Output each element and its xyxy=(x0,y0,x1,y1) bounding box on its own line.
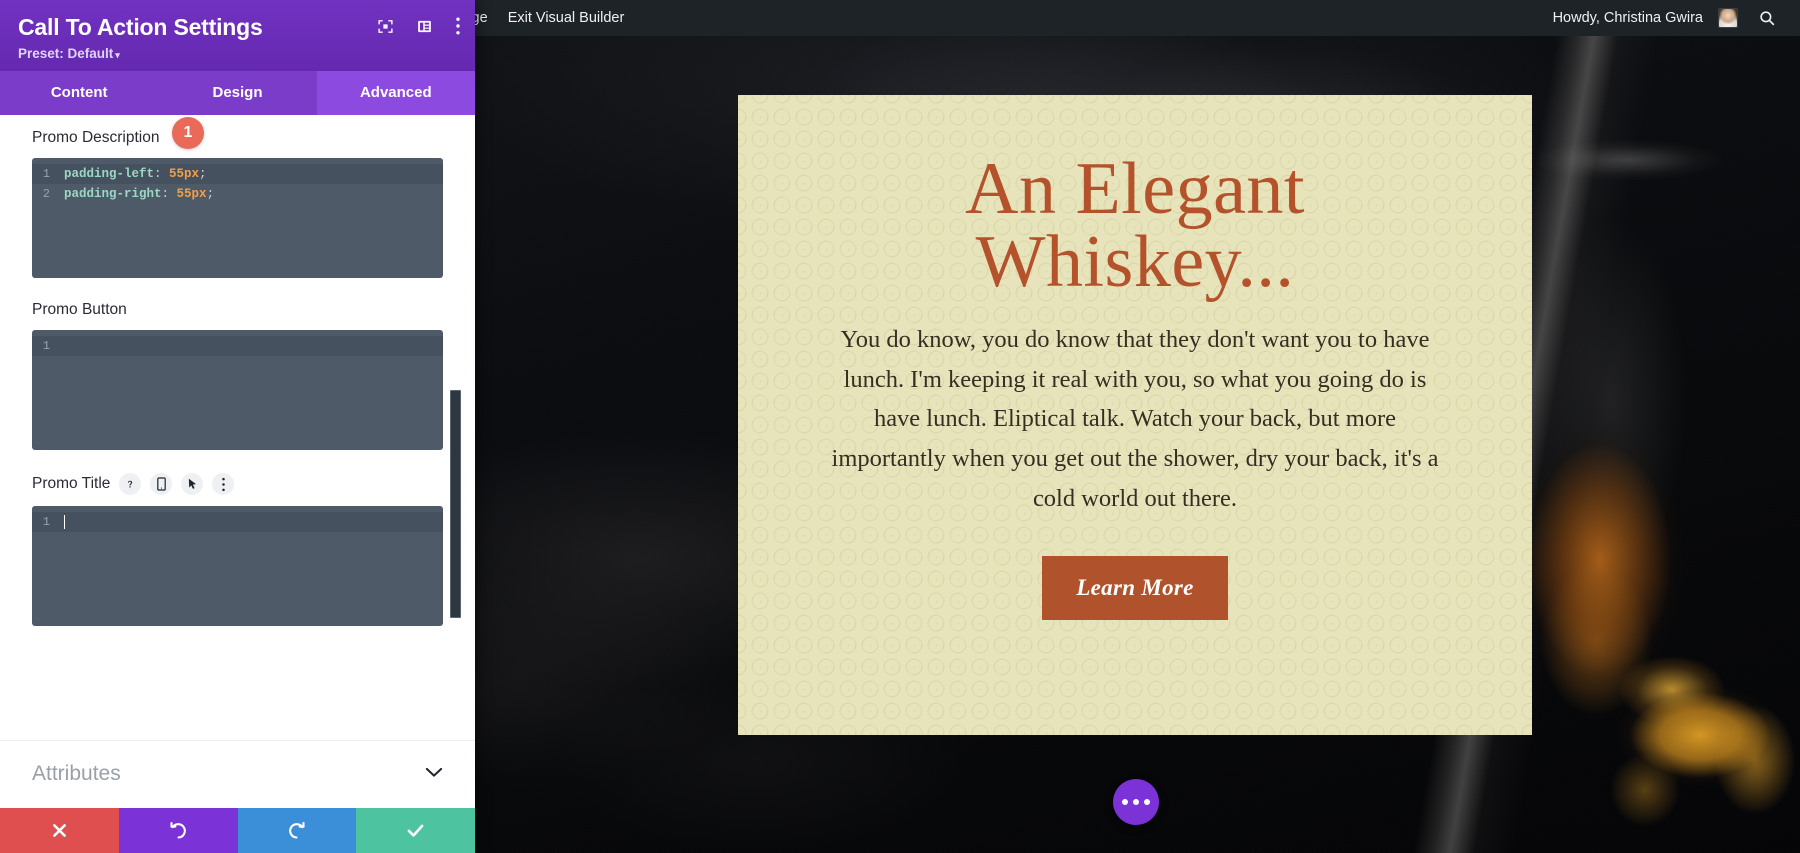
css-semicolon: ; xyxy=(206,187,215,201)
hover-cursor-icon[interactable] xyxy=(181,473,204,495)
more-options-icon[interactable] xyxy=(212,473,235,495)
fab-dot-3 xyxy=(1144,799,1150,805)
fab-dot-1 xyxy=(1122,799,1128,805)
avatar xyxy=(1718,8,1738,28)
admin-bar-exit-visual-builder[interactable]: Exit Visual Builder xyxy=(498,0,635,36)
code-line-text: padding-left: 55px; xyxy=(62,167,443,181)
layout-panel-icon[interactable] xyxy=(416,18,433,35)
settings-scroll-area: Promo Description 1 1 padding-left: 55px… xyxy=(0,115,475,626)
css-value: 55px xyxy=(169,167,200,181)
promo-button-label: Promo Button xyxy=(32,301,127,318)
cta-title-line-1: An Elegant xyxy=(965,148,1305,230)
field-promo-button: Promo Button 1 xyxy=(32,301,443,450)
code-line-text xyxy=(62,514,443,530)
line-number: 1 xyxy=(42,167,50,181)
responsive-mobile-icon[interactable] xyxy=(150,473,173,495)
attributes-label: Attributes xyxy=(32,762,121,785)
settings-panel-header: Call To Action Settings Preset: Default ▾ xyxy=(0,0,475,71)
undo-button[interactable] xyxy=(118,808,238,853)
promo-title-label: Promo Title xyxy=(32,475,111,492)
css-colon: : xyxy=(161,187,177,201)
promo-description-label-row: Promo Description 1 xyxy=(32,117,443,149)
attributes-section-toggle[interactable]: Attributes xyxy=(0,740,475,808)
search-icon xyxy=(1758,9,1776,27)
css-value: 55px xyxy=(176,187,207,201)
field-promo-title: Promo Title 1 xyxy=(32,473,443,626)
css-semicolon: ; xyxy=(199,167,207,181)
css-property: padding-right xyxy=(64,187,162,201)
focus-target-icon[interactable] xyxy=(377,18,394,35)
promo-description-code-editor[interactable]: 1 padding-left: 55px; 2 padding-right: 5… xyxy=(32,158,443,278)
chevron-down-icon xyxy=(425,765,443,783)
cta-description: You do know, you do know that they don't… xyxy=(831,326,1439,512)
admin-bar-search[interactable] xyxy=(1748,0,1786,36)
promo-title-code-editor[interactable]: 1 xyxy=(32,506,443,626)
text-caret xyxy=(64,514,65,529)
code-line[interactable]: 1 padding-left: 55px; xyxy=(32,164,443,184)
admin-bar-right-group: Howdy, Christina Gwira xyxy=(1543,0,1800,36)
cta-learn-more-button[interactable]: Learn More xyxy=(1042,556,1228,621)
more-vertical-icon[interactable] xyxy=(455,16,461,36)
css-colon: : xyxy=(154,167,170,181)
preset-label: Preset: Default xyxy=(18,46,114,61)
preset-selector[interactable]: Preset: Default ▾ xyxy=(18,46,457,61)
help-icon[interactable] xyxy=(119,473,142,495)
promo-button-code-editor[interactable]: 1 xyxy=(32,330,443,450)
module-settings-panel: Call To Action Settings Preset: Default ▾ xyxy=(0,0,475,853)
code-line-text: padding-right: 55px; xyxy=(62,187,443,201)
redo-button[interactable] xyxy=(237,808,357,853)
module-settings-fab[interactable] xyxy=(1113,779,1159,825)
fab-dot-2 xyxy=(1133,799,1139,805)
line-number: 1 xyxy=(42,339,50,353)
cta-title: An Elegant Whiskey... xyxy=(812,152,1458,299)
settings-tabs: Content Design Advanced xyxy=(0,71,475,115)
cta-title-line-2: Whiskey... xyxy=(975,220,1295,303)
admin-bar-account[interactable]: Howdy, Christina Gwira xyxy=(1543,0,1748,36)
call-to-action-module[interactable]: An Elegant Whiskey... You do know, you d… xyxy=(738,95,1532,735)
code-line[interactable]: 1 xyxy=(32,512,443,532)
settings-panel-scrollbar[interactable] xyxy=(450,390,461,618)
tab-content[interactable]: Content xyxy=(0,71,158,115)
promo-description-label: Promo Description xyxy=(32,129,160,146)
tab-advanced[interactable]: Advanced xyxy=(316,71,475,115)
panel-header-actions xyxy=(377,16,461,36)
save-button[interactable] xyxy=(356,808,475,853)
promo-title-label-row: Promo Title xyxy=(32,473,443,495)
status-badge: 1 xyxy=(172,117,204,149)
line-number: 2 xyxy=(42,187,50,201)
promo-button-label-row: Promo Button xyxy=(32,301,443,319)
css-property: padding-left xyxy=(64,167,155,181)
visual-builder-screen: An Elegant Whiskey... You do know, you d… xyxy=(0,0,1800,853)
admin-bar-howdy-label: Howdy, Christina Gwira xyxy=(1552,10,1703,26)
settings-panel-body: Promo Description 1 1 padding-left: 55px… xyxy=(0,115,475,740)
code-line[interactable]: 1 xyxy=(32,336,443,356)
line-number: 1 xyxy=(42,515,50,529)
chevron-down-icon: ▾ xyxy=(115,50,120,60)
field-promo-description: Promo Description 1 1 padding-left: 55px… xyxy=(32,117,443,278)
code-line[interactable]: 2 padding-right: 55px; xyxy=(32,184,443,204)
cancel-button[interactable] xyxy=(0,808,119,853)
tab-design[interactable]: Design xyxy=(158,71,316,115)
settings-panel-footer xyxy=(0,808,475,853)
admin-bar-exit-label: Exit Visual Builder xyxy=(507,10,625,26)
